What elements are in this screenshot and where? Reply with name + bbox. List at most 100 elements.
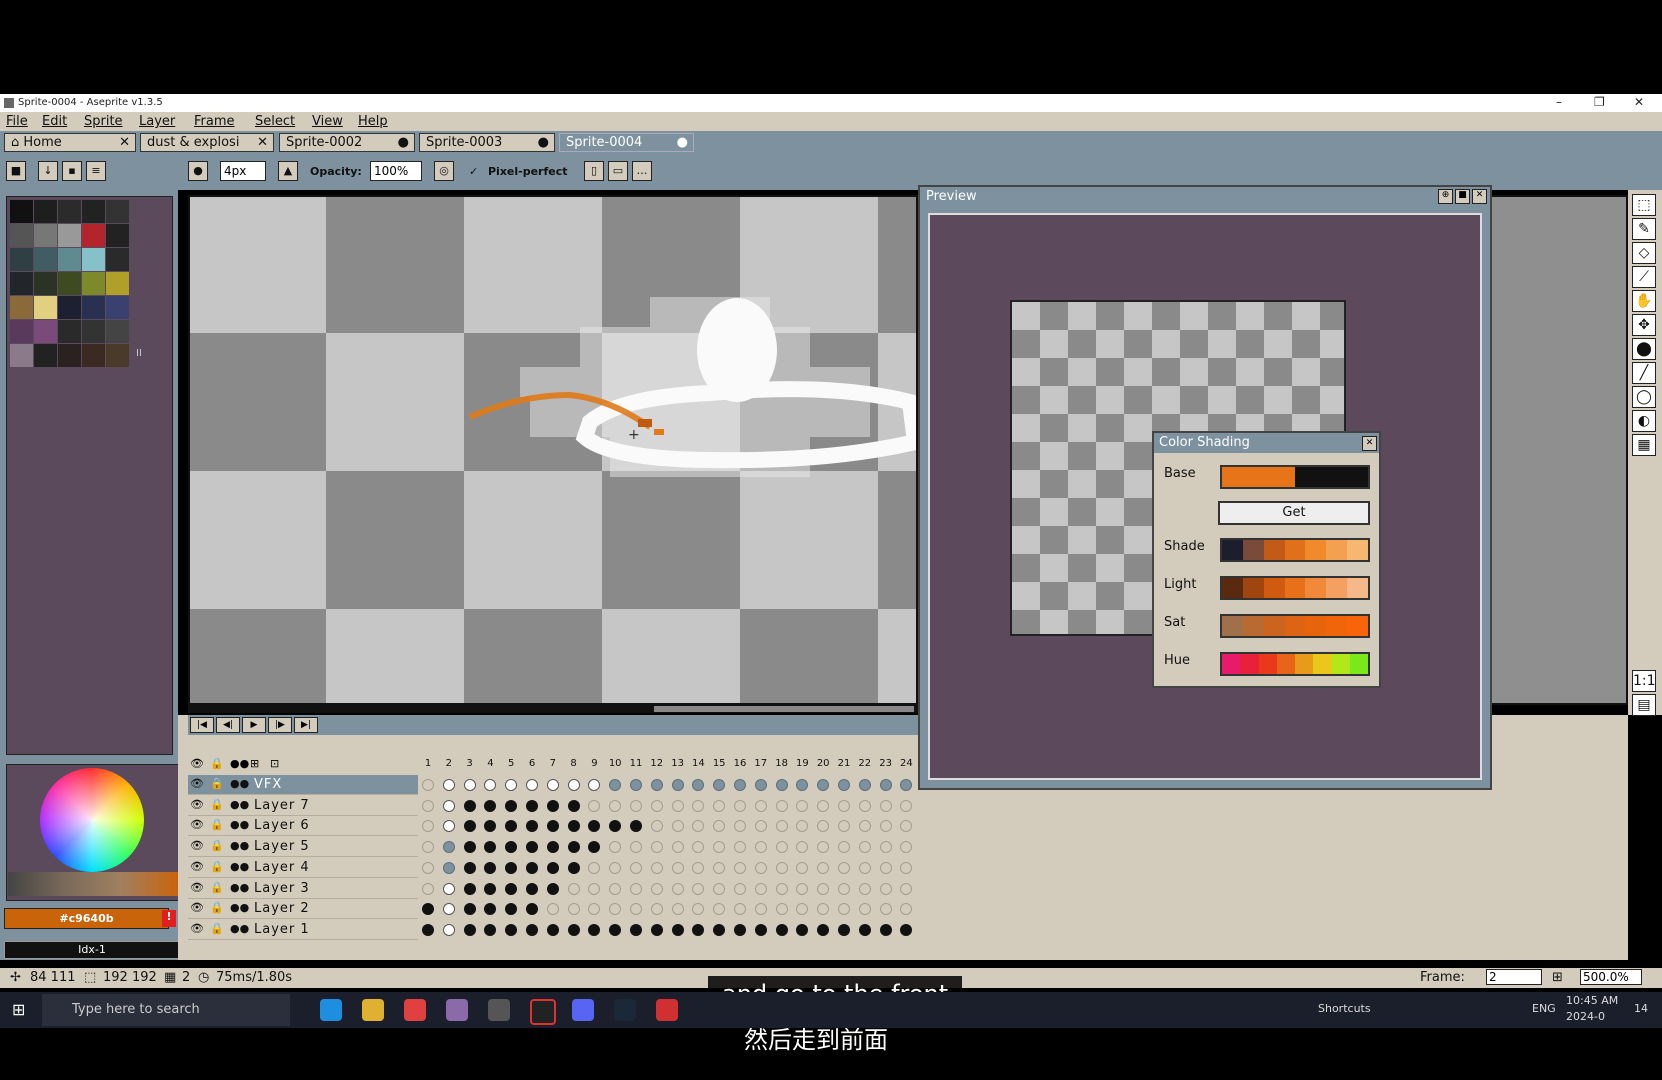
palette-swatch[interactable] [10,272,33,295]
discord-icon[interactable] [572,999,594,1021]
frame-number[interactable]: 23 [876,758,896,769]
palette-swatch[interactable] [10,344,33,367]
frame-number[interactable]: 4 [480,758,500,769]
palette-swatch[interactable] [34,320,57,343]
lock-icon[interactable]: 🔒 [210,798,224,811]
cel[interactable] [567,861,580,874]
maximize-button[interactable]: ❐ [1594,95,1605,109]
cel[interactable] [505,882,518,895]
cel[interactable] [734,841,746,854]
more-options-icon[interactable]: … [632,161,652,181]
lock-icon[interactable]: 🔒 [210,777,224,790]
brush-type-icon[interactable]: ● [188,161,208,181]
frame-number[interactable]: 24 [896,758,916,769]
shade-swatch[interactable] [1284,616,1306,636]
shade-swatch[interactable] [1258,654,1277,674]
tab-modified-icon[interactable]: ● [538,134,549,152]
cel[interactable] [442,903,455,916]
shade-swatch[interactable] [1284,578,1306,598]
continuous-icon[interactable]: ●● [230,881,249,894]
download-icon[interactable]: ↓ [38,161,58,181]
cel[interactable] [567,882,580,895]
cel[interactable] [546,820,559,833]
lock-header-icon[interactable]: 🔒 [210,757,224,770]
frame-number[interactable]: 2 [439,758,459,769]
cel[interactable] [484,861,497,874]
cel[interactable] [422,903,434,916]
cel[interactable] [650,923,663,936]
cel[interactable] [588,841,601,854]
light-color-bar[interactable] [1220,576,1370,600]
cel[interactable] [526,820,538,833]
shade-swatch[interactable] [1313,654,1332,674]
cel[interactable] [754,882,767,895]
cel[interactable] [588,861,601,874]
symmetry-horizontal-icon[interactable]: ▭ [608,161,628,181]
shade-swatch[interactable] [1240,467,1259,487]
shade-swatch[interactable] [1258,467,1277,487]
cel[interactable] [838,820,850,833]
lock-icon[interactable]: ■ [6,161,26,181]
cel[interactable] [858,923,871,936]
palette-swatch[interactable] [34,200,57,223]
cel[interactable] [609,882,622,895]
edge-icon[interactable] [320,999,342,1021]
shade-swatch[interactable] [1326,578,1348,598]
menu-sprite[interactable]: Sprite [84,114,123,129]
foreground-color-hex[interactable]: #c9640b [4,908,169,929]
cel[interactable] [505,841,518,854]
palette-swatch[interactable] [58,200,81,223]
visibility-header-icon[interactable]: 👁 [190,757,204,770]
shade-swatch[interactable] [1263,616,1285,636]
cel[interactable] [858,820,871,833]
color-index[interactable]: Idx-1 [4,941,180,959]
cel[interactable] [858,799,871,812]
cel[interactable] [671,841,684,854]
palette-swatch[interactable] [106,320,129,343]
menu-edit[interactable]: Edit [42,114,67,129]
cel[interactable] [422,861,434,874]
frame-number[interactable]: 12 [647,758,667,769]
palette-swatch[interactable] [82,344,105,367]
cel[interactable] [879,903,892,916]
cel[interactable] [775,882,788,895]
shade-swatch[interactable] [1242,540,1264,560]
frame-number[interactable]: 21 [834,758,854,769]
visibility-icon[interactable]: 👁 [190,901,204,914]
cel[interactable] [463,779,476,791]
cel[interactable] [775,861,788,874]
panel-toggle-icon[interactable]: ▤ [1632,694,1656,716]
shade-swatch[interactable] [1276,654,1295,674]
palette-swatch[interactable] [58,224,81,247]
cel[interactable] [858,841,871,854]
palette-swatch[interactable] [106,200,129,223]
shade-swatch[interactable] [1347,578,1369,598]
cel[interactable] [900,799,913,812]
cel[interactable] [692,903,705,916]
cel[interactable] [505,799,518,812]
frame-number[interactable]: 5 [501,758,521,769]
tab-home[interactable]: ⌂ Home ✕ [4,133,136,152]
cel[interactable] [505,861,518,874]
canvas-horizontal-scrollbar[interactable] [188,705,918,713]
cel[interactable] [713,779,726,791]
cel[interactable] [796,882,809,895]
shade-swatch[interactable] [1347,540,1369,560]
cel[interactable] [463,820,476,833]
tab-dust-explosion[interactable]: dust & explosi ✕ [140,133,274,152]
palette-swatch[interactable] [10,248,33,271]
cel[interactable] [796,779,809,791]
cel[interactable] [484,841,497,854]
pencil-icon[interactable]: ✎ [1632,218,1656,240]
continuous-icon[interactable]: ●● [230,777,249,790]
cel[interactable] [630,903,642,916]
frame-number[interactable]: 10 [605,758,625,769]
shade-swatch[interactable] [1326,616,1348,636]
visibility-icon[interactable]: 👁 [190,798,204,811]
menu-view[interactable]: View [312,114,343,129]
menu-layer[interactable]: Layer [139,114,175,129]
cel[interactable] [838,861,850,874]
shade-swatch[interactable] [1305,616,1327,636]
cel[interactable] [879,861,892,874]
continuous-icon[interactable]: ●● [230,860,249,873]
